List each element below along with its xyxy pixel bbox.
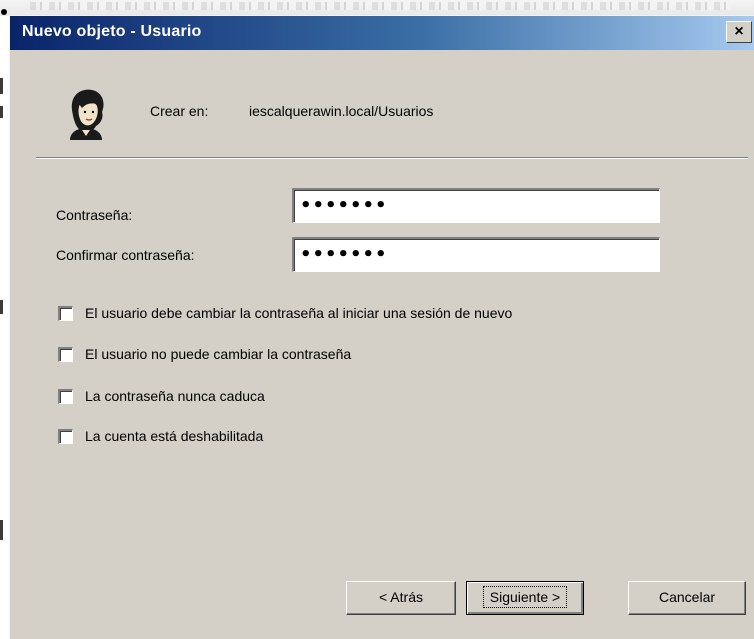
- create-in-label: Crear en:: [150, 103, 209, 119]
- left-edge-mark: [0, 78, 3, 94]
- left-edge-mark: [0, 300, 3, 314]
- next-button[interactable]: Siguiente >: [466, 581, 584, 615]
- confirm-password-label: Confirmar contraseña:: [56, 247, 195, 263]
- bullet-marker: [1, 9, 7, 15]
- new-user-dialog: Nuevo objeto - Usuario × Crear en: iesca…: [9, 15, 754, 639]
- checkbox[interactable]: [58, 429, 73, 444]
- close-button[interactable]: ×: [726, 21, 752, 43]
- option-label: El usuario no puede cambiar la contraseñ…: [85, 346, 352, 362]
- create-in-path: iescalquerawin.local/Usuarios: [249, 103, 434, 119]
- background-noise: [30, 2, 730, 10]
- password-label: Contraseña:: [56, 207, 133, 223]
- background-strip: [0, 0, 754, 16]
- option-label: La contraseña nunca caduca: [85, 388, 265, 404]
- password-field[interactable]: •••••••: [292, 188, 660, 223]
- cancel-button[interactable]: Cancelar: [628, 581, 746, 615]
- title-bar[interactable]: Nuevo objeto - Usuario ×: [10, 16, 754, 50]
- option-label: La cuenta está deshabilitada: [85, 428, 264, 444]
- option-label: El usuario debe cambiar la contraseña al…: [85, 305, 513, 321]
- checkbox[interactable]: [58, 347, 73, 362]
- separator-line: [36, 157, 748, 159]
- checkbox[interactable]: [58, 389, 73, 404]
- user-icon: [70, 89, 104, 140]
- checkbox[interactable]: [58, 306, 73, 321]
- dialog-title: Nuevo objeto - Usuario: [22, 23, 202, 40]
- confirm-password-field[interactable]: •••••••: [292, 237, 660, 272]
- screenshot-canvas: Nuevo objeto - Usuario × Crear en: iesca…: [0, 0, 754, 639]
- back-button[interactable]: < Atrás: [346, 581, 456, 615]
- left-edge-mark: [0, 520, 3, 540]
- next-button-label: Siguiente >: [482, 586, 568, 608]
- close-icon: ×: [734, 23, 744, 40]
- left-edge-mark: [0, 106, 3, 118]
